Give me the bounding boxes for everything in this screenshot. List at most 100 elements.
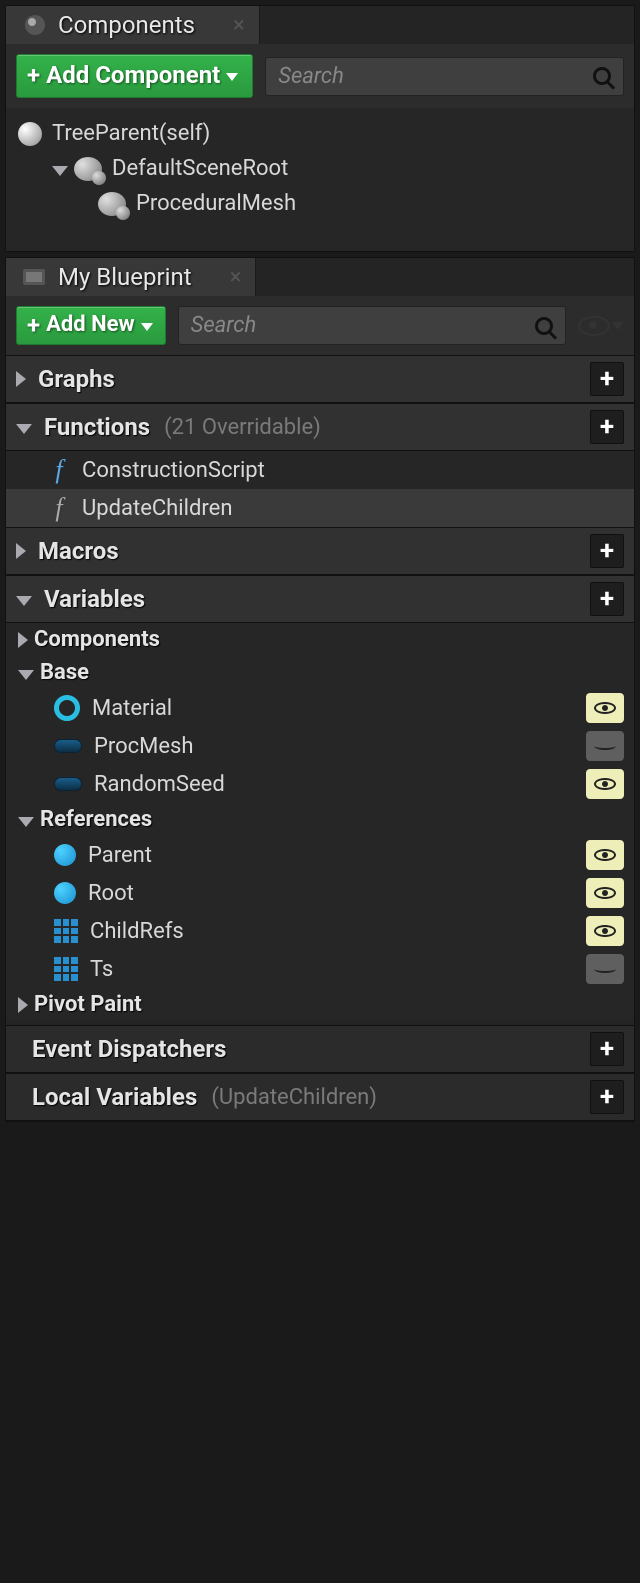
object-pill-icon — [54, 739, 82, 753]
function-name: UpdateChildren — [82, 496, 232, 521]
function-item[interactable]: f ConstructionScript — [6, 451, 634, 489]
close-icon[interactable]: × — [230, 265, 242, 290]
component-scene-root-row[interactable]: DefaultSceneRoot — [12, 151, 628, 186]
macros-title: Macros — [38, 537, 119, 565]
material-ring-icon — [54, 695, 80, 721]
variable-row[interactable]: ChildRefs — [6, 912, 634, 950]
add-new-label: Add New — [46, 312, 135, 337]
object-dot-icon — [54, 844, 76, 866]
category-base[interactable]: Base — [6, 656, 634, 689]
expand-arrow-icon[interactable] — [18, 670, 34, 680]
variable-row[interactable]: ProcMesh — [6, 727, 634, 765]
functions-title: Functions — [44, 413, 150, 441]
visibility-filter-button[interactable] — [578, 316, 624, 336]
category-label: References — [40, 807, 152, 832]
section-local-variables[interactable]: Local Variables (UpdateChildren) + — [6, 1073, 634, 1121]
category-pivot-paint[interactable]: Pivot Paint — [6, 988, 634, 1021]
add-new-button[interactable]: + Add New — [16, 306, 166, 345]
section-graphs[interactable]: Graphs + — [6, 355, 634, 403]
components-search-input[interactable]: Search — [265, 57, 624, 96]
expand-arrow-icon[interactable] — [52, 166, 68, 176]
section-variables[interactable]: Variables + — [6, 575, 634, 623]
array-grid-icon — [54, 957, 78, 981]
search-icon — [535, 317, 553, 335]
visibility-toggle[interactable] — [586, 693, 624, 723]
add-variable-button[interactable]: + — [590, 582, 624, 616]
function-icon: f — [46, 455, 72, 485]
add-macro-button[interactable]: + — [590, 534, 624, 568]
search-placeholder: Search — [278, 64, 344, 89]
section-event-dispatchers[interactable]: Event Dispatchers + — [6, 1025, 634, 1073]
components-tree: TreeParent(self) DefaultSceneRoot Proced… — [6, 108, 634, 251]
components-tab-title: Components — [58, 11, 195, 39]
visibility-toggle[interactable] — [586, 878, 624, 908]
close-icon[interactable]: × — [233, 13, 245, 38]
variable-row[interactable]: Parent — [6, 836, 634, 874]
blueprint-panel: My Blueprint × + Add New Search Graphs +… — [5, 257, 635, 1122]
visibility-toggle[interactable] — [586, 954, 624, 984]
component-self-label: TreeParent(self) — [52, 121, 210, 146]
add-component-button[interactable]: + Add Component — [16, 54, 253, 98]
category-components[interactable]: Components — [6, 623, 634, 656]
chevron-down-icon — [226, 73, 238, 81]
visibility-toggle[interactable] — [586, 769, 624, 799]
dispatchers-title: Event Dispatchers — [32, 1035, 226, 1063]
eye-closed-icon — [594, 742, 616, 750]
plus-icon: + — [27, 63, 40, 87]
expand-arrow-icon[interactable] — [16, 596, 32, 606]
expand-arrow-icon[interactable] — [16, 424, 32, 434]
variables-title: Variables — [44, 585, 145, 613]
eye-open-icon — [594, 925, 616, 937]
add-graph-button[interactable]: + — [590, 362, 624, 396]
eye-open-icon — [594, 887, 616, 899]
collapse-arrow-icon[interactable] — [16, 371, 26, 387]
variable-row[interactable]: Root — [6, 874, 634, 912]
variable-name: RandomSeed — [94, 772, 225, 797]
variable-name: Parent — [88, 843, 152, 868]
variable-name: Root — [88, 881, 134, 906]
expand-arrow-icon[interactable] — [18, 817, 34, 827]
scene-component-icon — [74, 157, 102, 181]
category-references[interactable]: References — [6, 803, 634, 836]
variable-name: Material — [92, 696, 172, 721]
collapse-arrow-icon[interactable] — [18, 997, 28, 1013]
blueprint-tab[interactable]: My Blueprint × — [6, 258, 256, 296]
visibility-toggle[interactable] — [586, 916, 624, 946]
components-tab[interactable]: Components × — [6, 6, 260, 44]
blueprint-tab-bar: My Blueprint × — [6, 258, 634, 296]
collapse-arrow-icon[interactable] — [16, 543, 26, 559]
section-macros[interactable]: Macros + — [6, 527, 634, 575]
functions-subtitle: (21 Overridable) — [164, 415, 321, 440]
variable-row[interactable]: Material — [6, 689, 634, 727]
variable-row[interactable]: Ts — [6, 950, 634, 988]
function-name: ConstructionScript — [82, 458, 265, 483]
object-pill-icon — [54, 777, 82, 791]
add-component-label: Add Component — [46, 61, 220, 89]
function-item[interactable]: f UpdateChildren — [6, 489, 634, 527]
component-procmesh-label: ProceduralMesh — [136, 191, 296, 216]
local-vars-title: Local Variables — [32, 1083, 197, 1111]
eye-closed-icon — [594, 965, 616, 973]
components-tab-icon — [20, 10, 50, 40]
component-procmesh-row[interactable]: ProceduralMesh — [12, 186, 628, 221]
eye-open-icon — [594, 849, 616, 861]
variable-row[interactable]: RandomSeed — [6, 765, 634, 803]
collapse-arrow-icon[interactable] — [18, 632, 28, 648]
plus-icon: + — [27, 313, 40, 337]
section-functions[interactable]: Functions (21 Overridable) + — [6, 403, 634, 451]
category-label: Components — [34, 627, 160, 652]
blueprint-search-input[interactable]: Search — [178, 306, 566, 345]
category-label: Pivot Paint — [34, 992, 142, 1017]
visibility-toggle[interactable] — [586, 840, 624, 870]
visibility-toggle[interactable] — [586, 731, 624, 761]
component-self-row[interactable]: TreeParent(self) — [12, 116, 628, 151]
search-icon — [593, 67, 611, 85]
chevron-down-icon — [612, 322, 624, 330]
add-function-button[interactable]: + — [590, 410, 624, 444]
components-toolbar: + Add Component Search — [6, 44, 634, 108]
add-dispatcher-button[interactable]: + — [590, 1032, 624, 1066]
chevron-down-icon — [141, 323, 153, 331]
object-dot-icon — [54, 882, 76, 904]
blueprint-tab-icon — [20, 262, 50, 292]
add-local-var-button[interactable]: + — [590, 1080, 624, 1114]
